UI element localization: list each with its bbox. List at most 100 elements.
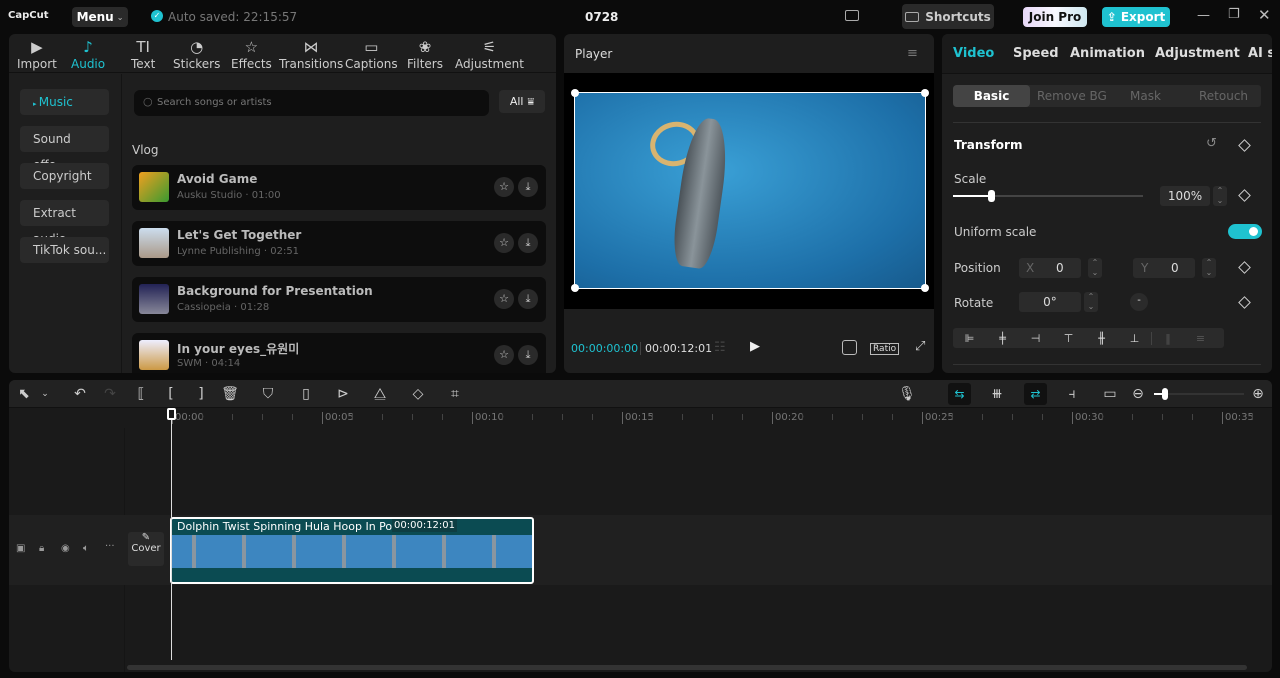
audio-icon[interactable]: 🔈︎ — [83, 543, 89, 554]
microphone-icon[interactable]: 🎙︎ — [897, 386, 917, 402]
transform-heading[interactable]: Transform — [954, 138, 1022, 152]
sidebar-item[interactable]: TikTok sou... — [20, 237, 109, 263]
scale-slider[interactable] — [953, 190, 1143, 202]
tab-video[interactable]: Video — [953, 46, 994, 61]
export-button[interactable]: ⇪ Export — [1102, 7, 1170, 27]
download-icon[interactable]: ⤓ — [518, 345, 538, 365]
play-button[interactable]: ▶ — [750, 339, 760, 354]
video-frame[interactable] — [571, 89, 929, 292]
close-icon[interactable]: ✕ — [1258, 6, 1271, 24]
sidebar-item[interactable]: Sound effe... — [20, 126, 109, 172]
tab-adjustment[interactable]: Adjustment — [1155, 46, 1240, 61]
timeline-ruler[interactable]: 00:00 00:05 00:10 00:15 00:20 00:25 00:30 00:35 — [9, 408, 1272, 428]
tab-ai-style[interactable]: AI st — [1248, 46, 1272, 61]
redo-icon[interactable]: ↷ — [100, 386, 120, 402]
align-left-icon[interactable]: ⊫ — [953, 332, 986, 345]
reverse-icon[interactable]: ⊳ — [333, 386, 353, 402]
zoom-out-icon[interactable]: ⊖ — [1128, 386, 1148, 402]
position-y-input[interactable]: Y0 — [1133, 258, 1195, 278]
keyframe-icon[interactable] — [1238, 261, 1251, 274]
zoom-slider[interactable] — [1154, 388, 1244, 400]
track-video-icon[interactable]: ▣ — [16, 543, 25, 554]
mirror-icon[interactable]: ⧋ — [370, 386, 390, 402]
song-item[interactable]: Background for Presentation Cassiopeia · … — [132, 277, 546, 322]
rotate-icon[interactable]: ◇ — [408, 386, 428, 402]
download-icon[interactable]: ⤓ — [518, 233, 538, 253]
rotate-dial[interactable]: - — [1130, 293, 1148, 311]
fullscreen-icon[interactable]: ⤢ — [915, 339, 925, 354]
position-x-input[interactable]: X0 — [1019, 258, 1081, 278]
align-center-v-icon[interactable]: ╫ — [1085, 332, 1118, 345]
favorite-star-icon[interactable]: ☆ — [494, 289, 514, 309]
split-right-icon[interactable]: ] — [191, 386, 211, 402]
marker-icon[interactable]: ⛉ — [258, 386, 278, 402]
split-icon[interactable]: ⟦ — [131, 386, 151, 402]
search-input[interactable]: ○ Search songs or artists — [134, 90, 489, 116]
menu-button[interactable]: Menu ⌄ — [72, 7, 128, 27]
video-canvas[interactable] — [564, 73, 934, 309]
hamburger-icon[interactable]: ≡ — [907, 46, 918, 61]
tab-filters[interactable]: ❀ Filters — [407, 37, 443, 71]
tab-speed[interactable]: Speed — [1013, 46, 1059, 61]
uniform-scale-toggle[interactable] — [1228, 224, 1262, 239]
tab-stickers[interactable]: ◔ Stickers — [173, 37, 220, 71]
main-track-magnet-icon[interactable]: ⇆ — [948, 383, 971, 405]
linkage-icon[interactable]: ⇄ — [1024, 383, 1047, 405]
filter-button[interactable]: All ⩸ — [499, 90, 545, 113]
tab-transitions[interactable]: ⋈ Transitions — [279, 37, 343, 71]
favorite-star-icon[interactable]: ☆ — [494, 233, 514, 253]
select-tool-icon[interactable]: ⬉ — [14, 386, 34, 402]
scale-slider-thumb[interactable] — [988, 190, 995, 202]
rotate-input[interactable]: 0° — [1019, 292, 1081, 312]
scale-stepper[interactable]: ⌃ ⌄ — [1213, 186, 1227, 206]
align-right-icon[interactable]: ⊣ — [1019, 332, 1052, 345]
reset-icon[interactable]: ↺ — [1206, 136, 1217, 151]
tab-animation[interactable]: Animation — [1070, 46, 1145, 61]
zoom-fit-icon[interactable]: ▭ — [1100, 386, 1120, 402]
align-top-icon[interactable]: ⊤ — [1052, 332, 1085, 345]
auto-snap-icon[interactable]: ⧻ — [987, 386, 1007, 402]
zoom-in-icon[interactable]: ⊕ — [1248, 386, 1268, 402]
tab-adjustment[interactable]: ⚟ Adjustment — [455, 37, 524, 71]
shortcuts-button[interactable]: Shortcuts — [902, 4, 994, 29]
video-clip[interactable]: Dolphin Twist Spinning Hula Hoop In Pool… — [170, 517, 534, 584]
timeline-grid-icon[interactable]: ☷ — [714, 340, 726, 355]
tab-import[interactable]: ▶ Import — [17, 37, 57, 71]
fit-view-icon[interactable] — [842, 340, 857, 355]
sidebar-item[interactable]: Copyright — [20, 163, 109, 189]
join-pro-button[interactable]: Join Pro — [1023, 7, 1087, 27]
minimize-icon[interactable]: — — [1197, 8, 1210, 23]
align-bottom-icon[interactable]: ⊥ — [1118, 332, 1151, 345]
eye-icon[interactable]: ◉ — [61, 543, 70, 554]
cover-button[interactable]: ✎ Cover — [128, 532, 164, 566]
lock-icon[interactable]: 🔒︎ — [39, 543, 44, 554]
keyframe-icon[interactable] — [1238, 139, 1251, 152]
keyframe-icon[interactable] — [1238, 296, 1251, 309]
subtab-remove-bg[interactable]: Remove BG — [1037, 89, 1107, 103]
undo-icon[interactable]: ↶ — [70, 386, 90, 402]
song-item[interactable]: Avoid Game Ausku Studio · 01:00 ☆ ⤓ — [132, 165, 546, 210]
position-x-stepper[interactable]: ⌃ ⌄ — [1088, 258, 1102, 278]
sidebar-item[interactable]: ▸ Music — [20, 89, 109, 115]
download-icon[interactable]: ⤓ — [518, 289, 538, 309]
download-icon[interactable]: ⤓ — [518, 177, 538, 197]
keyframe-icon[interactable] — [1238, 189, 1251, 202]
restore-icon[interactable]: ❐ — [1228, 7, 1240, 22]
horizontal-scrollbar[interactable] — [127, 665, 1247, 670]
song-item[interactable]: In your eyes_유원미 SWM · 04:14 ☆ ⤓ — [132, 333, 546, 373]
ratio-button[interactable]: Ratio — [870, 343, 900, 355]
rotate-stepper[interactable]: ⌃ ⌄ — [1084, 292, 1098, 312]
distribute-h-icon[interactable]: ‖ — [1151, 331, 1184, 345]
crop-icon[interactable]: ⌗ — [445, 386, 465, 402]
subtab-mask[interactable]: Mask — [1130, 89, 1161, 103]
layout-icon[interactable] — [845, 10, 859, 21]
more-icon[interactable]: ··· — [105, 541, 115, 552]
subtab-basic[interactable]: Basic — [953, 85, 1030, 107]
tab-captions[interactable]: ▭ Captions — [345, 37, 398, 71]
align-center-h-icon[interactable]: ╪ — [986, 332, 1019, 345]
favorite-star-icon[interactable]: ☆ — [494, 177, 514, 197]
sidebar-item[interactable]: Extract audio — [20, 200, 109, 246]
preview-axis-icon[interactable]: ⫞ — [1062, 386, 1082, 402]
split-left-icon[interactable]: [ — [161, 386, 181, 402]
tab-text[interactable]: TI Text — [131, 37, 155, 71]
